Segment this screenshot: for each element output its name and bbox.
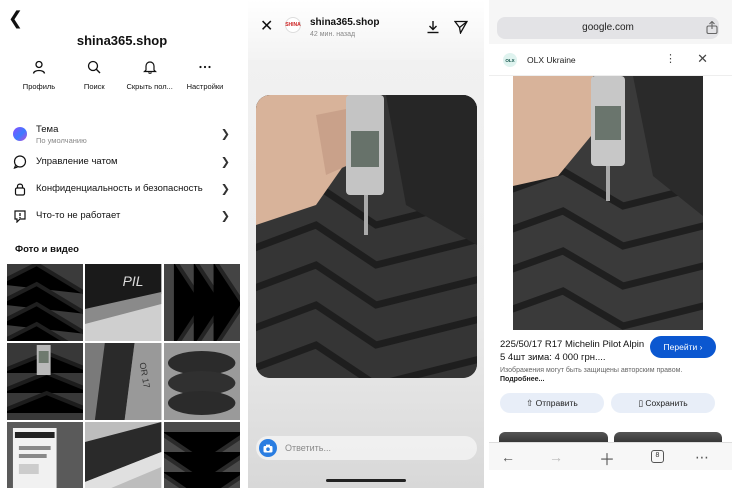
media-section-title: Фото и видео [15,244,79,255]
menu-item-report[interactable]: Что-то не работает ❯ [12,202,232,229]
settings-menu: Тема По умолчанию ❯ Управление чатом ❯ Ко… [12,120,232,229]
action-label: Профиль [22,82,56,91]
media-thumbnail[interactable] [163,264,240,341]
mute-action-button[interactable]: Скрыть пол... [125,58,175,91]
reply-placeholder: Ответить... [285,443,331,453]
menu-item-privacy[interactable]: Конфиденциальность и безопасность ❯ [12,175,232,202]
result-title[interactable]: 225/50/17 R17 Michelin Pilot Alpin 5 4шт… [500,338,645,364]
browser-toolbar: ← → ＋ 8 ⋯ [489,442,732,470]
copyright-text: Изображения могут быть защищены авторски… [500,367,683,374]
save-label: Сохранить [645,398,688,408]
upload-icon: ⇧ [526,398,534,408]
new-tab-icon[interactable]: ＋ [599,446,615,470]
more-icon[interactable]: ⋯ [695,449,709,466]
menu-item-theme[interactable]: Тема По умолчанию ❯ [12,120,232,148]
bell-icon [142,61,157,74]
camera-icon[interactable] [259,439,277,457]
settings-action-button[interactable]: Настройки [180,58,230,91]
address-bar[interactable]: google.com [497,17,719,39]
chevron-right-icon: ❯ [220,210,230,222]
olx-logo: OLX [503,53,517,67]
chat-icon [12,154,28,170]
home-indicator [326,479,406,482]
menu-label: Тема [36,123,59,135]
chevron-right-icon: ❯ [220,156,230,168]
profile-action-button[interactable]: Профиль [14,58,64,91]
result-image[interactable] [513,76,703,330]
theme-icon [12,126,28,142]
more-vert-icon[interactable]: ⋮ [665,52,676,65]
svg-text:PIL: PIL [123,273,144,289]
back-icon[interactable]: ❮ [8,9,23,27]
bookmark-icon: ▯ [638,398,644,408]
visit-label: Перейти [663,342,698,352]
profile-actions: Профиль Поиск Скрыть пол... Настройки [14,58,230,91]
media-thumbnail[interactable] [163,343,240,420]
alert-icon [12,208,28,224]
more-icon [199,65,211,69]
reply-input[interactable]: Ответить... [256,436,477,460]
search-action-button[interactable]: Поиск [69,58,119,91]
story-header [248,0,484,60]
story-timestamp: 42 мин. назад [310,31,356,38]
close-icon[interactable]: ✕ [260,19,273,35]
chevron-right-icon: ❯ [220,183,230,195]
browser-panel: google.com OLX OLX Ukraine ⋮ ✕ 225/50/17… [489,0,732,488]
person-icon [32,60,46,74]
story-image[interactable] [256,95,477,378]
chevron-right-icon: › [699,342,703,352]
media-thumbnail[interactable]: OR 17 [85,343,162,420]
media-thumbnail[interactable] [7,343,84,420]
chevron-right-icon: ❯ [220,128,230,141]
close-icon[interactable]: ✕ [697,51,708,67]
lock-icon [12,181,28,197]
media-thumbnail[interactable] [7,264,84,341]
source-name[interactable]: OLX Ukraine [527,55,576,65]
menu-label: Что-то не работает [36,210,121,221]
save-button[interactable]: ▯ Сохранить [611,393,715,413]
more-link[interactable]: Подробнее... [500,376,544,383]
profile-title: shina365.shop [76,33,168,48]
media-thumbnail[interactable]: PIL [85,264,162,341]
tabs-icon[interactable]: 8 [651,450,664,463]
download-icon[interactable] [426,20,440,39]
share-button[interactable]: ⇧ Отправить [500,393,604,413]
story-account-name[interactable]: shina365.shop [310,17,379,28]
avatar[interactable]: SHINA [285,17,301,33]
media-thumbnail[interactable] [7,422,84,488]
back-arrow-icon[interactable]: ← [501,449,515,465]
action-label: Настройки [186,82,224,91]
visit-button[interactable]: Перейти › [650,336,716,358]
search-icon [88,60,101,74]
profile-panel: ❮ shina365.shop Профиль Поиск Скрыть пол… [0,0,244,488]
menu-label: Конфиденциальность и безопасность [36,183,203,194]
media-thumbnail[interactable] [85,422,162,488]
result-source-bar: OLX OLX Ukraine ⋮ ✕ [489,44,732,76]
media-grid: PIL OR 17 [7,264,240,488]
send-icon[interactable] [453,20,469,39]
menu-label: Управление чатом [36,156,118,167]
menu-item-chat[interactable]: Управление чатом ❯ [12,148,232,175]
action-label: Скрыть пол... [126,82,173,91]
story-panel: ✕ SHINA shina365.shop 42 мин. назад Отве… [248,0,484,488]
copyright-notice: Изображения могут быть защищены авторски… [500,366,710,384]
share-icon[interactable] [706,20,718,39]
share-label: Отправить [535,398,578,408]
media-thumbnail[interactable] [163,422,240,488]
action-label: Поиск [83,82,105,91]
menu-sublabel: По умолчанию [36,135,87,145]
forward-arrow-icon[interactable]: → [549,449,563,465]
